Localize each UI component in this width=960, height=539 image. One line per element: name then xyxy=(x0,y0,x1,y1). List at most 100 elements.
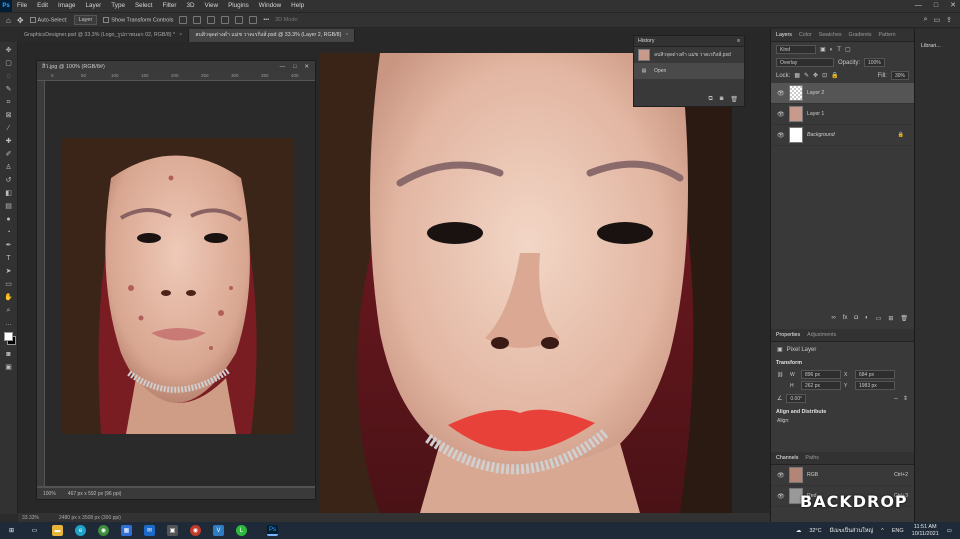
close-icon[interactable]: ✕ xyxy=(304,64,309,70)
tab-properties[interactable]: Properties xyxy=(776,332,800,338)
layer-row-layer-1[interactable]: 👁 Layer 1 xyxy=(771,104,914,125)
lock-brush-icon[interactable]: ✎ xyxy=(804,72,809,79)
new-document-from-state-icon[interactable]: ⧉ xyxy=(708,96,712,103)
history-step-open[interactable]: ▤ Open xyxy=(634,63,744,79)
menu-select[interactable]: Select xyxy=(130,0,158,12)
tab-gradients[interactable]: Gradients xyxy=(849,32,872,38)
history-title[interactable]: History xyxy=(638,38,654,44)
flip-vertical-icon[interactable]: ⇕ xyxy=(903,395,908,402)
foreground-color-swatch[interactable] xyxy=(3,332,13,341)
link-layers-icon[interactable]: ∞ xyxy=(831,315,835,322)
eyedropper-tool-icon[interactable]: ⁄ xyxy=(4,124,14,133)
artboard-tool-icon[interactable]: ▢ xyxy=(4,59,14,68)
workspace-icon[interactable]: ▭ xyxy=(934,16,941,24)
add-mask-icon[interactable]: ◘ xyxy=(854,315,858,322)
align-section-title[interactable]: Align and Distribute xyxy=(771,406,914,418)
menu-type[interactable]: Type xyxy=(106,0,130,12)
move-tool-icon[interactable]: ✥ xyxy=(4,46,14,55)
tab-paths[interactable]: Paths xyxy=(805,455,819,461)
task-view-icon[interactable]: ▭ xyxy=(29,525,40,536)
adjustment-layer-icon[interactable]: ◐ xyxy=(865,315,869,322)
panel-menu-icon[interactable]: ≡ xyxy=(737,38,744,44)
clone-stamp-tool-icon[interactable]: ♙ xyxy=(4,163,14,172)
more-tools-icon[interactable]: … xyxy=(4,319,14,328)
menu-layer[interactable]: Layer xyxy=(81,0,107,12)
show-transform-checkbox[interactable] xyxy=(103,16,110,23)
tab-channels[interactable]: Channels xyxy=(776,455,798,461)
mail-icon[interactable]: ✉ xyxy=(144,525,155,536)
minimize-button[interactable]: — xyxy=(915,0,922,12)
auto-select-checkbox[interactable] xyxy=(29,16,36,23)
weather-description[interactable]: มีเมฆเป็นส่วนใหญ่ xyxy=(830,527,874,535)
distribute-icon[interactable] xyxy=(249,16,258,24)
screen-mode-icon[interactable]: ▣ xyxy=(4,363,14,372)
angle-input[interactable]: 0.00° xyxy=(786,394,807,403)
minimize-icon[interactable]: — xyxy=(280,64,286,70)
store-icon[interactable]: ▦ xyxy=(121,525,132,536)
eraser-tool-icon[interactable]: ◧ xyxy=(4,189,14,198)
fill-input[interactable]: 30% xyxy=(890,71,909,80)
align-middle-icon[interactable] xyxy=(235,16,244,24)
type-tool-icon[interactable]: T xyxy=(4,254,14,263)
lock-position-icon[interactable]: ✥ xyxy=(813,72,818,79)
layer-row-background[interactable]: 👁 Background 🔒 xyxy=(771,125,914,146)
line-icon[interactable]: L xyxy=(236,525,247,536)
filter-shape-icon[interactable]: ▢ xyxy=(845,46,851,53)
layer-filter-dropdown[interactable]: Kind xyxy=(776,45,816,54)
notification-icon[interactable]: ▭ xyxy=(947,528,952,534)
chrome-profile-icon[interactable]: ◉ xyxy=(190,525,201,536)
floating-document-window[interactable]: สิว.jpg @ 100% (RGB/8#) — □ ✕ 0 50 100 1… xyxy=(36,60,316,500)
rectangle-tool-icon[interactable]: ▭ xyxy=(4,280,14,289)
menu-plugins[interactable]: Plugins xyxy=(223,0,254,12)
filter-type-icon[interactable]: T xyxy=(837,47,841,53)
lock-pixels-icon[interactable]: ▦ xyxy=(794,72,800,79)
auto-select-dropdown[interactable]: Layer xyxy=(73,15,98,25)
edge-icon[interactable]: e xyxy=(75,525,86,536)
lock-artboard-icon[interactable]: ⊡ xyxy=(822,72,827,79)
align-left-icon[interactable] xyxy=(179,16,188,24)
frame-tool-icon[interactable]: ⊠ xyxy=(4,111,14,120)
menu-filter[interactable]: Filter xyxy=(157,0,181,12)
history-snapshot[interactable]: ลบสิวจุดด่างดำ แม่ช วาดเรกิงส์.psd xyxy=(634,47,744,63)
filter-pixel-icon[interactable]: ▣ xyxy=(820,46,826,53)
new-layer-icon[interactable]: ⊞ xyxy=(888,315,893,322)
layer-row-layer-2[interactable]: 👁 Layer 2 xyxy=(771,83,914,104)
libraries-button[interactable]: Librari... xyxy=(921,43,941,49)
tab-layers[interactable]: Layers xyxy=(776,32,792,38)
height-input[interactable]: 262 px xyxy=(801,381,841,390)
y-input[interactable]: 1983 px xyxy=(855,381,895,390)
tab-active-document[interactable]: ลบสิวจุดด่างดำ แม่ช วาดเรกิงส์.psd @ 33.… xyxy=(189,29,356,42)
quick-mask-icon[interactable]: ◙ xyxy=(4,350,14,359)
flip-horizontal-icon[interactable]: ⇔ xyxy=(893,396,899,402)
app-icon[interactable]: ▣ xyxy=(167,525,178,536)
link-dimensions-icon[interactable]: ⛓ xyxy=(777,372,787,378)
language-indicator[interactable]: ENG xyxy=(892,528,904,534)
trash-icon[interactable]: 🗑 xyxy=(730,96,738,103)
transform-section-title[interactable]: Transform xyxy=(771,357,914,369)
move-tool-icon[interactable]: ✥ xyxy=(17,16,24,25)
history-brush-tool-icon[interactable]: ↺ xyxy=(4,176,14,185)
menu-file[interactable]: File xyxy=(12,0,32,12)
visibility-eye-icon[interactable]: 👁 xyxy=(777,472,785,479)
quick-select-tool-icon[interactable]: ✎ xyxy=(4,85,14,94)
channel-row-rgb[interactable]: 👁 RGB Ctrl+2 xyxy=(771,465,914,486)
maximize-button[interactable]: □ xyxy=(934,0,938,12)
delete-layer-icon[interactable]: 🗑 xyxy=(900,315,908,322)
brush-tool-icon[interactable]: ✐ xyxy=(4,150,14,159)
filter-adjust-icon[interactable]: ◐ xyxy=(830,47,834,53)
tab-patterns[interactable]: Pattern xyxy=(879,32,896,38)
menu-edit[interactable]: Edit xyxy=(32,0,53,12)
home-icon[interactable]: ⌂ xyxy=(6,16,11,25)
maximize-icon[interactable]: □ xyxy=(293,64,296,70)
file-explorer-icon[interactable]: ▬ xyxy=(52,525,63,536)
lock-all-icon[interactable]: 🔒 xyxy=(831,72,838,79)
weather-temperature[interactable]: 32°C xyxy=(809,528,821,534)
main-canvas[interactable] xyxy=(320,53,732,513)
align-right-icon[interactable] xyxy=(207,16,216,24)
width-input[interactable]: 896 px xyxy=(801,370,841,379)
hand-tool-icon[interactable]: ✋ xyxy=(4,293,14,302)
dodge-tool-icon[interactable]: ◔ xyxy=(4,228,14,237)
menu-window[interactable]: Window xyxy=(254,0,286,12)
align-center-icon[interactable] xyxy=(193,16,202,24)
camera-icon[interactable]: ◙ xyxy=(720,96,724,103)
